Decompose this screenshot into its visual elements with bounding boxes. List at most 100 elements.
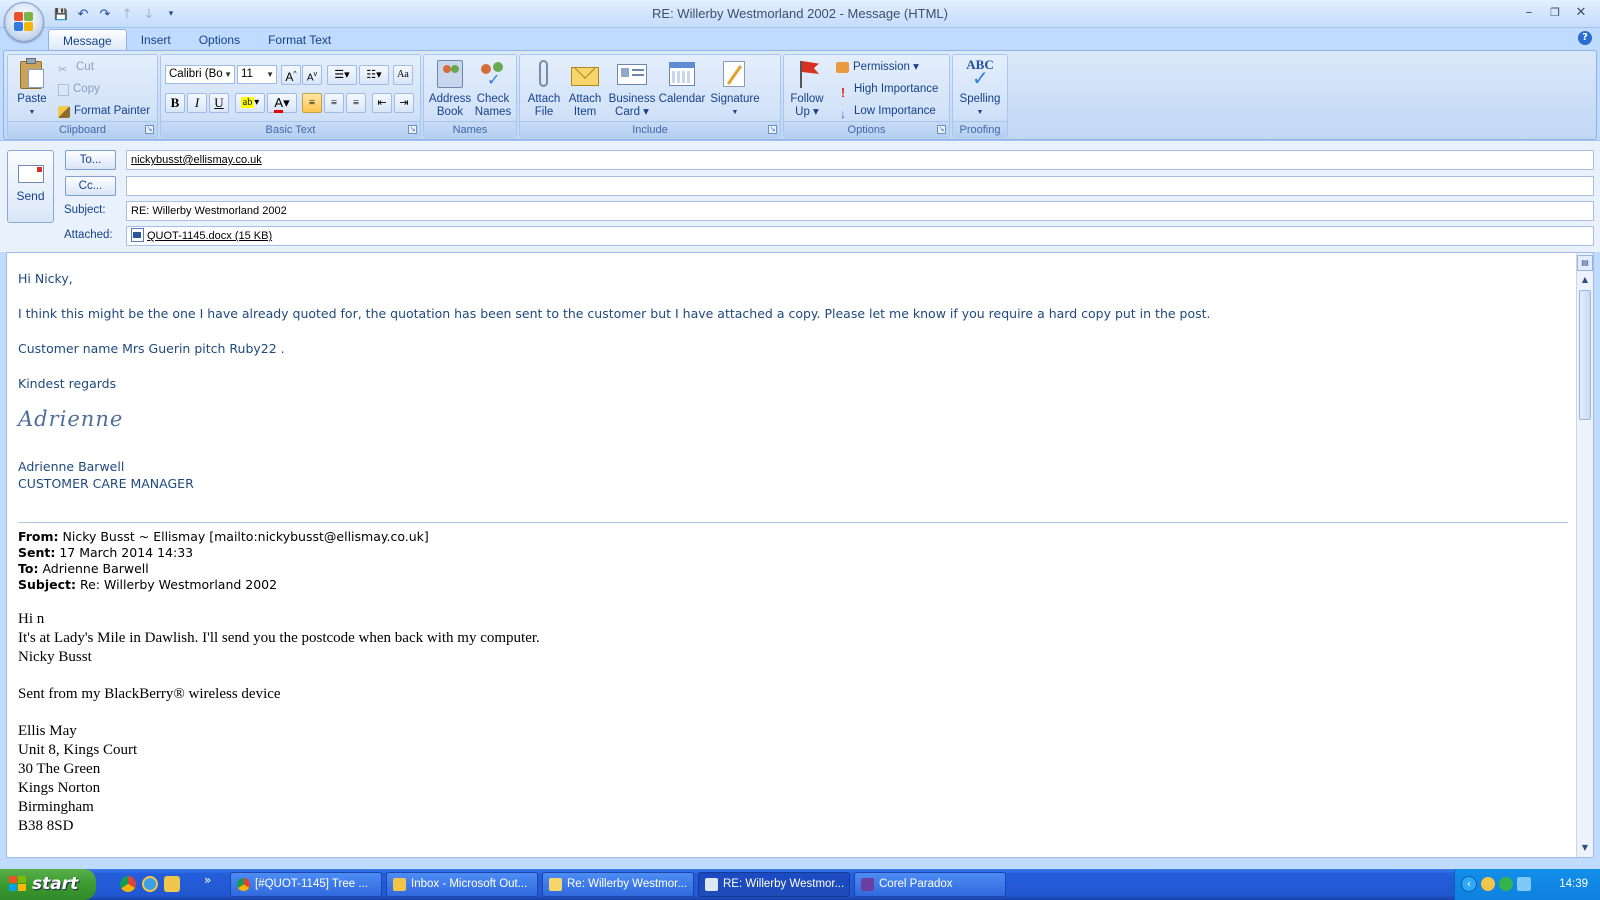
start-button[interactable]: start <box>0 869 96 900</box>
highlight-button[interactable]: ab ▾ <box>235 93 265 113</box>
paperclip-icon <box>528 58 560 90</box>
bold-button[interactable]: B <box>165 93 185 113</box>
minimize-button[interactable]: – <box>1516 3 1542 23</box>
messenger-icon[interactable] <box>1481 877 1495 891</box>
scrollbar-thumb[interactable] <box>1579 290 1591 420</box>
flag-icon <box>791 58 823 90</box>
check-names-button[interactable]: ✓ Check Names <box>472 58 514 119</box>
follow-up-button[interactable]: Follow Up ▾ <box>787 58 827 119</box>
underline-button[interactable]: U <box>209 93 229 113</box>
maximize-button[interactable]: ❐ <box>1542 3 1568 23</box>
outlook-icon[interactable] <box>164 876 180 892</box>
body-paragraph-1: I think this might be the one I have alr… <box>18 306 1211 321</box>
original-from-value: Nicky Busst ~ Ellismay [mailto:nickybuss… <box>62 529 429 544</box>
to-field[interactable]: nickybusst@ellismay.co.uk <box>126 150 1594 170</box>
align-right-button[interactable]: ≡ <box>346 93 366 113</box>
office-button[interactable] <box>4 2 44 42</box>
low-importance-button[interactable]: ↓ Low Importance <box>836 102 936 121</box>
tab-options[interactable]: Options <box>185 29 254 51</box>
spelling-label: Spelling <box>959 93 1001 105</box>
subject-field[interactable]: RE: Willerby Westmorland 2002 <box>126 201 1594 221</box>
signature-button[interactable]: Signature ▼ <box>708 58 762 119</box>
taskbar-item-inbox[interactable]: Inbox - Microsoft Out... <box>386 872 538 897</box>
send-button[interactable]: Send <box>7 150 54 223</box>
high-importance-button[interactable]: ! High Importance <box>836 80 939 100</box>
options-group-label: Options <box>784 121 949 137</box>
quote-divider <box>18 522 1568 523</box>
attach-item-button[interactable]: Attach Item <box>565 56 605 119</box>
address-book-button[interactable]: Address Book <box>428 58 472 119</box>
bullets-button[interactable]: ☰▾ <box>327 65 357 85</box>
align-center-button[interactable]: ≡ <box>324 93 344 113</box>
clipboard-dialog-launcher-icon[interactable]: ↘ <box>145 125 154 134</box>
original-sent: Sent: 17 March 2014 14:33 <box>18 545 193 560</box>
increase-indent-button[interactable]: ⇥ <box>394 93 414 113</box>
taskbar-item-corel-paradox[interactable]: Corel Paradox <box>854 872 1006 897</box>
align-left-button[interactable]: ≡ <box>302 93 322 113</box>
exclamation-icon: ! <box>840 84 846 100</box>
italic-button[interactable]: I <box>187 93 207 113</box>
paste-button[interactable]: Paste ▼ <box>12 58 52 119</box>
cut-button[interactable]: ✂ Cut <box>58 58 94 77</box>
paintbrush-icon <box>58 105 70 118</box>
clock[interactable]: 14:39 <box>1559 869 1588 900</box>
taskbar-item-chrome[interactable]: [#QUOT-1145] Tree ... <box>230 872 382 897</box>
font-color-button[interactable]: A▾ <box>267 93 297 113</box>
shrink-font-button[interactable]: Av <box>302 65 322 85</box>
scroll-down-icon[interactable]: ▼ <box>1577 841 1593 855</box>
show-hidden-icons-button[interactable]: ‹ <box>1461 876 1477 892</box>
quick-launch-overflow-icon[interactable]: » <box>204 873 211 887</box>
internet-explorer-icon[interactable] <box>142 876 158 892</box>
basic-text-dialog-launcher-icon[interactable]: ↘ <box>408 125 417 134</box>
outlook-icon <box>393 878 406 891</box>
font-size-dropdown[interactable]: 11 ▼ <box>237 65 277 84</box>
taskbar-item-re-willerby-1[interactable]: Re: Willerby Westmor... <box>542 872 694 897</box>
message-body[interactable]: Hi Nicky, I think this might be the one … <box>6 252 1594 858</box>
options-dialog-launcher-icon[interactable]: ↘ <box>937 125 946 134</box>
cc-field[interactable] <box>126 176 1594 196</box>
attach-item-label-2: Item <box>573 106 597 118</box>
start-label: start <box>32 874 79 894</box>
business-card-label-1: Business <box>608 93 656 105</box>
numbering-button[interactable]: ☷▾ <box>359 65 389 85</box>
attached-field[interactable]: QUOT-1145.docx (15 KB) <box>126 226 1594 246</box>
business-card-button[interactable]: Business Card ▾ <box>607 58 657 119</box>
spelling-button[interactable]: ABC ✓ Spelling ▼ <box>955 58 1005 119</box>
names-group-label: Names <box>424 121 516 137</box>
send-envelope-icon <box>17 165 44 183</box>
font-name-dropdown[interactable]: Calibri (Bo ▼ <box>165 65 235 84</box>
handwritten-signature: Adrienne <box>18 407 124 431</box>
styles-button[interactable]: Aa <box>393 65 413 85</box>
to-recipient[interactable]: nickybusst@ellismay.co.uk <box>131 154 262 166</box>
to-button[interactable]: To... <box>65 150 116 170</box>
tab-message[interactable]: Message <box>48 29 127 51</box>
cc-button[interactable]: Cc... <box>65 176 116 196</box>
security-icon[interactable] <box>1517 877 1531 891</box>
high-importance-label: High Importance <box>854 83 939 95</box>
network-status-icon[interactable] <box>1499 877 1513 891</box>
include-dialog-launcher-icon[interactable]: ↘ <box>768 125 777 134</box>
address-line-5: Birmingham <box>18 799 94 815</box>
tab-insert[interactable]: Insert <box>127 29 185 51</box>
reply-line-2: It's at Lady's Mile in Dawlish. I'll sen… <box>18 630 540 646</box>
close-button[interactable]: ✕ <box>1568 3 1594 23</box>
decrease-indent-button[interactable]: ⇤ <box>372 93 392 113</box>
chrome-icon[interactable] <box>120 876 136 892</box>
tab-format-text[interactable]: Format Text <box>254 29 345 51</box>
spelling-check-icon: ABC ✓ <box>966 57 994 90</box>
scroll-up-icon[interactable]: ▲ <box>1577 273 1593 287</box>
office-logo-icon <box>14 12 34 32</box>
vertical-scrollbar[interactable]: ▤ ▲ ▼ <box>1576 253 1593 857</box>
format-painter-button[interactable]: Format Painter <box>58 102 150 121</box>
copy-button[interactable]: Copy <box>58 80 100 99</box>
chevron-down-icon: ▼ <box>224 70 232 79</box>
grow-font-button[interactable]: A^ <box>281 65 301 85</box>
attach-file-button[interactable]: Attach File <box>524 58 564 119</box>
ruler-toggle-icon[interactable]: ▤ <box>1577 255 1593 271</box>
taskbar-item-re-willerby-2[interactable]: RE: Willerby Westmor... <box>698 872 850 897</box>
permission-button[interactable]: Permission ▾ <box>836 58 919 77</box>
calendar-button[interactable]: Calendar <box>657 58 707 106</box>
help-icon[interactable]: ? <box>1578 31 1592 45</box>
send-label: Send <box>16 189 45 203</box>
attachment-link[interactable]: QUOT-1145.docx (15 KB) <box>147 230 272 242</box>
